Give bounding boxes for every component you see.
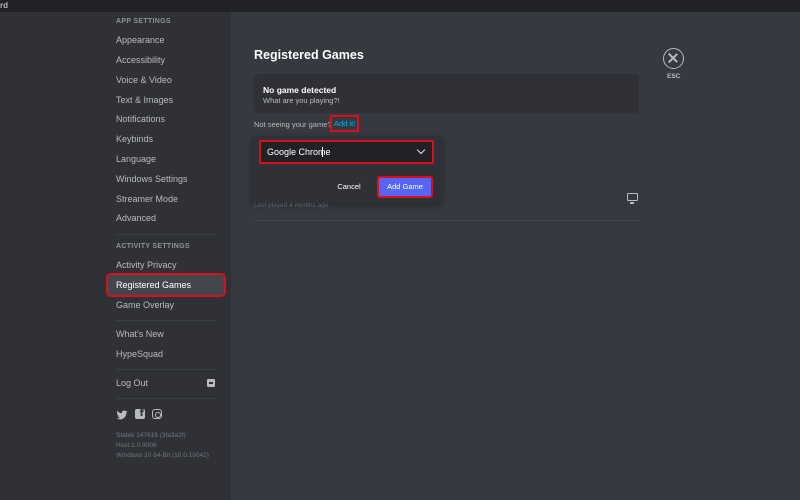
sidebar-item-text-images[interactable]: Text & Images [108, 90, 224, 110]
sidebar-item-keybinds[interactable]: Keybinds [108, 129, 224, 149]
sidebar-item-game-overlay[interactable]: Game Overlay [108, 295, 224, 315]
sidebar-item-appearance[interactable]: Appearance [108, 30, 224, 50]
sidebar-item-hypesquad[interactable]: HypeSquad [108, 344, 224, 364]
not-seeing-game-text: Not seeing your game? [254, 120, 332, 129]
sidebar-separator [116, 398, 216, 399]
logout-label: Log Out [116, 378, 149, 388]
last-played-text: Last played 4 months ago [254, 202, 329, 209]
sidebar-item-windows-settings[interactable]: Windows Settings [108, 169, 224, 189]
sidebar-separator [116, 369, 216, 370]
sidebar-item-activity-privacy[interactable]: Activity Privacy [108, 255, 224, 275]
no-game-detected-card: No game detected What are you playing?! [254, 74, 639, 113]
sidebar-item-accessibility[interactable]: Accessibility [108, 50, 224, 70]
host-version: Host 1.0.9006 [116, 442, 157, 449]
close-settings-button[interactable] [663, 48, 684, 69]
esc-label: ESC [667, 73, 681, 80]
cancel-button[interactable]: Cancel [330, 178, 368, 196]
sidebar-separator [116, 320, 216, 321]
sidebar-item-notifications[interactable]: Notifications [108, 109, 224, 129]
page-title: Registered Games [254, 48, 364, 62]
sidebar-item-registered-games[interactable]: Registered Games [106, 273, 226, 297]
instagram-icon[interactable] [152, 408, 164, 420]
sidebar-item-streamer-mode[interactable]: Streamer Mode [108, 189, 224, 209]
os-version: Windows 10 64-Bit (10.0.19042) [116, 452, 209, 459]
activity-settings-header: ACTIVITY SETTINGS [116, 243, 190, 250]
sidebar-separator [116, 234, 216, 235]
sidebar-item-voice-video[interactable]: Voice & Video [108, 70, 224, 90]
build-version: Stable 147616 (3fa3a2f) [116, 432, 186, 439]
game-row-divider [254, 220, 639, 221]
text-caret [322, 147, 323, 157]
title-bar: rd [0, 0, 800, 12]
app-settings-header: APP SETTINGS [116, 18, 171, 25]
sidebar-item-advanced[interactable]: Advanced [108, 208, 224, 228]
game-select-value: Google Chrome [267, 147, 331, 157]
no-game-title: No game detected [263, 85, 337, 95]
add-it-link[interactable]: Add it! [329, 115, 360, 132]
window-title: rd [0, 1, 8, 10]
facebook-icon[interactable] [135, 408, 147, 420]
game-select-dropdown[interactable]: Google Chrome [259, 140, 434, 164]
monitor-icon[interactable] [627, 193, 638, 204]
chevron-down-icon[interactable] [416, 145, 426, 155]
close-icon [668, 53, 678, 63]
no-game-subtitle: What are you playing?! [263, 96, 340, 105]
sidebar-item-language[interactable]: Language [108, 149, 224, 169]
sidebar-item-whats-new[interactable]: What's New [108, 324, 224, 344]
logout-icon [207, 379, 215, 387]
add-game-button[interactable]: Add Game [377, 176, 433, 198]
twitter-icon[interactable] [116, 408, 128, 420]
